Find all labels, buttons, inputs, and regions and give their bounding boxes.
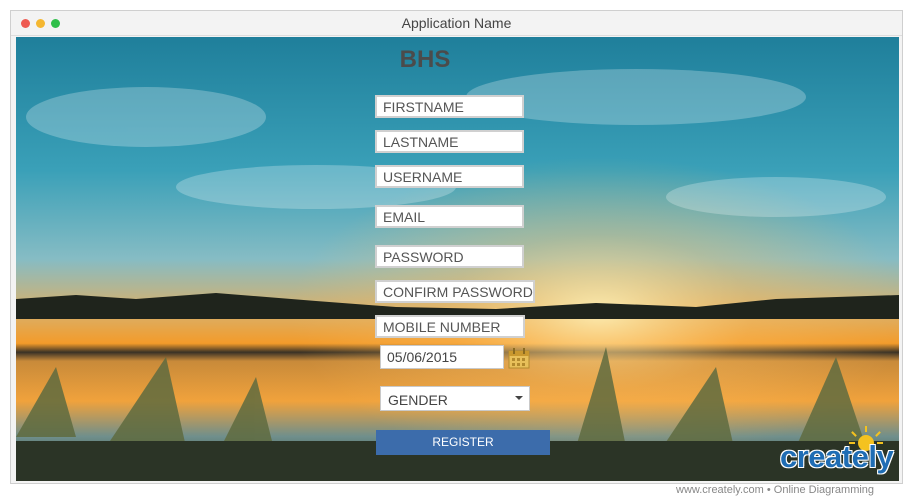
gender-select[interactable]: GENDER (380, 386, 530, 411)
creately-logo-text: creately (780, 439, 894, 474)
username-input[interactable]: USERNAME (375, 165, 524, 188)
calendar-icon[interactable] (508, 347, 530, 369)
password-input[interactable]: PASSWORD (375, 245, 524, 268)
chevron-down-icon (515, 396, 523, 400)
firstname-input[interactable]: FIRSTNAME (375, 95, 524, 118)
title-bar: Application Name (11, 11, 902, 36)
brand-title: BHS (399, 46, 451, 73)
register-button[interactable]: REGISTER (376, 430, 550, 455)
email-input[interactable]: EMAIL (375, 205, 524, 228)
watermark-footer: www.creately.com • Online Diagramming (676, 484, 875, 496)
confirm-password-input[interactable]: CONFIRM PASSWORD (375, 280, 535, 303)
gender-select-value: GENDER (388, 392, 448, 408)
creately-logo: creately (780, 426, 900, 486)
date-input[interactable]: 05/06/2015 (380, 345, 504, 369)
window-title: Application Name (401, 15, 512, 31)
lastname-input[interactable]: LASTNAME (375, 130, 524, 153)
mobile-number-input[interactable]: MOBILE NUMBER (375, 315, 525, 338)
